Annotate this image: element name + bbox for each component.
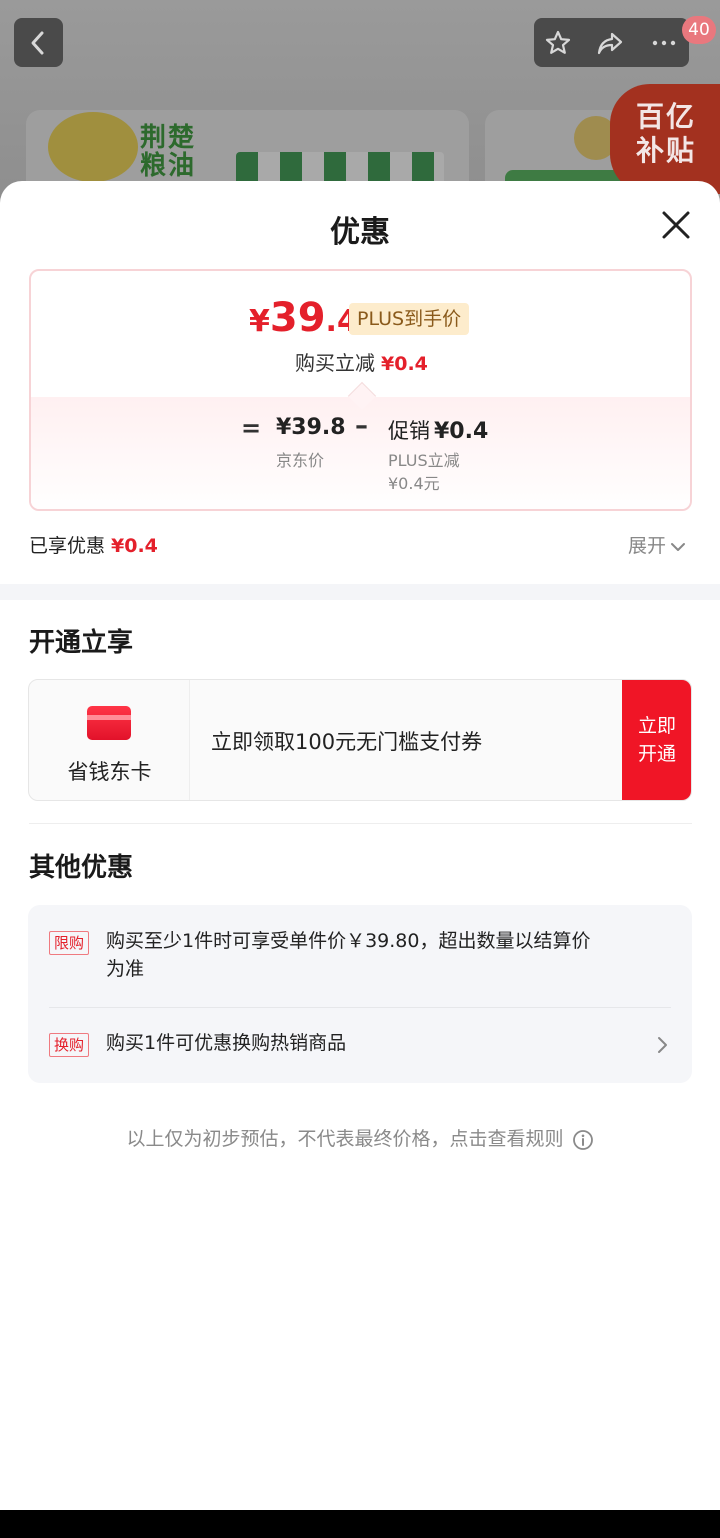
promotion-amount: 促销 ¥0.4 — [388, 419, 489, 444]
chevron-down-icon — [671, 542, 686, 551]
sheet-title: 优惠 — [330, 215, 390, 250]
brand-text: 荆楚粮油 — [140, 123, 197, 181]
other-offers-list: 限购 购买至少1件时可享受单件价￥39.80，超出数量以结算价 为准 换购 购买… — [28, 905, 692, 1083]
star-icon[interactable] — [544, 29, 572, 57]
limit-tag: 限购 — [49, 931, 90, 955]
plus-reduction-value: ¥0.4元 — [388, 474, 440, 493]
more-icon[interactable] — [650, 29, 678, 57]
close-icon[interactable] — [658, 207, 694, 243]
top-actions — [534, 18, 689, 67]
expand-toggle[interactable]: 展开 — [628, 531, 686, 558]
jd-price: ¥39.8 — [276, 415, 346, 440]
chevron-right-icon[interactable] — [656, 1036, 668, 1054]
savings-card-name: 省钱东卡 — [67, 760, 152, 784]
exchange-tag: 换购 — [49, 1033, 90, 1057]
exchange-text: 购买1件可优惠换购热销商品 — [106, 1032, 347, 1054]
limit-text-line2: 为准 — [106, 958, 145, 980]
brand-logo — [48, 112, 138, 182]
enjoyed-discount: 已享优惠 ¥0.4 — [29, 535, 158, 557]
savings-card-description: 立即领取100元无门槛支付券 — [211, 730, 483, 754]
jd-price-label: 京东价 — [276, 451, 325, 470]
plus-price-tag: PLUS到手价 — [349, 303, 470, 335]
savings-card-info: 省钱东卡 — [29, 680, 190, 800]
open-now-button[interactable]: 立即 开通 — [622, 680, 691, 800]
bottom-bar — [0, 1510, 720, 1538]
other-section-title: 其他优惠 — [29, 853, 134, 883]
open-section-title: 开通立享 — [29, 628, 134, 658]
price-disclaimer[interactable]: 以上仅为初步预估，不代表最终价格，点击查看规则 — [0, 1124, 720, 1151]
equals-sign: = — [241, 414, 262, 442]
plus-reduction-label: PLUS立减 — [388, 451, 460, 470]
info-icon[interactable] — [572, 1129, 594, 1151]
savings-card-offer[interactable]: 省钱东卡 立即领取100元无门槛支付券 立即 开通 — [28, 679, 692, 801]
card-icon — [87, 706, 131, 740]
price-summary: ¥39.4 PLUS到手价 购买立减 ¥0.4 — [31, 271, 690, 397]
purchase-reduction: 购买立减 ¥0.4 — [295, 351, 428, 375]
back-button[interactable] — [14, 18, 63, 67]
divider-line — [29, 823, 692, 824]
price-breakdown-card: ¥39.4 PLUS到手价 购买立减 ¥0.4 = ¥39.8 京东价 – 促销 ¥… — [29, 269, 692, 511]
section-divider — [0, 584, 720, 600]
final-price: ¥39.4 — [249, 295, 358, 341]
cart-count-badge: 40 — [682, 16, 716, 44]
minus-sign: – — [355, 411, 368, 441]
share-icon[interactable] — [596, 29, 624, 57]
subsidy-text: 百亿补贴 — [636, 100, 697, 167]
back-icon — [31, 31, 44, 55]
limit-text-line1: 购买至少1件时可享受单件价￥39.80，超出数量以结算价 — [106, 930, 591, 952]
list-separator — [49, 1007, 671, 1008]
discount-sheet: 优惠 ¥39.4 PLUS到手价 购买立减 ¥0.4 = ¥39.8 京东价 – … — [0, 181, 720, 1538]
